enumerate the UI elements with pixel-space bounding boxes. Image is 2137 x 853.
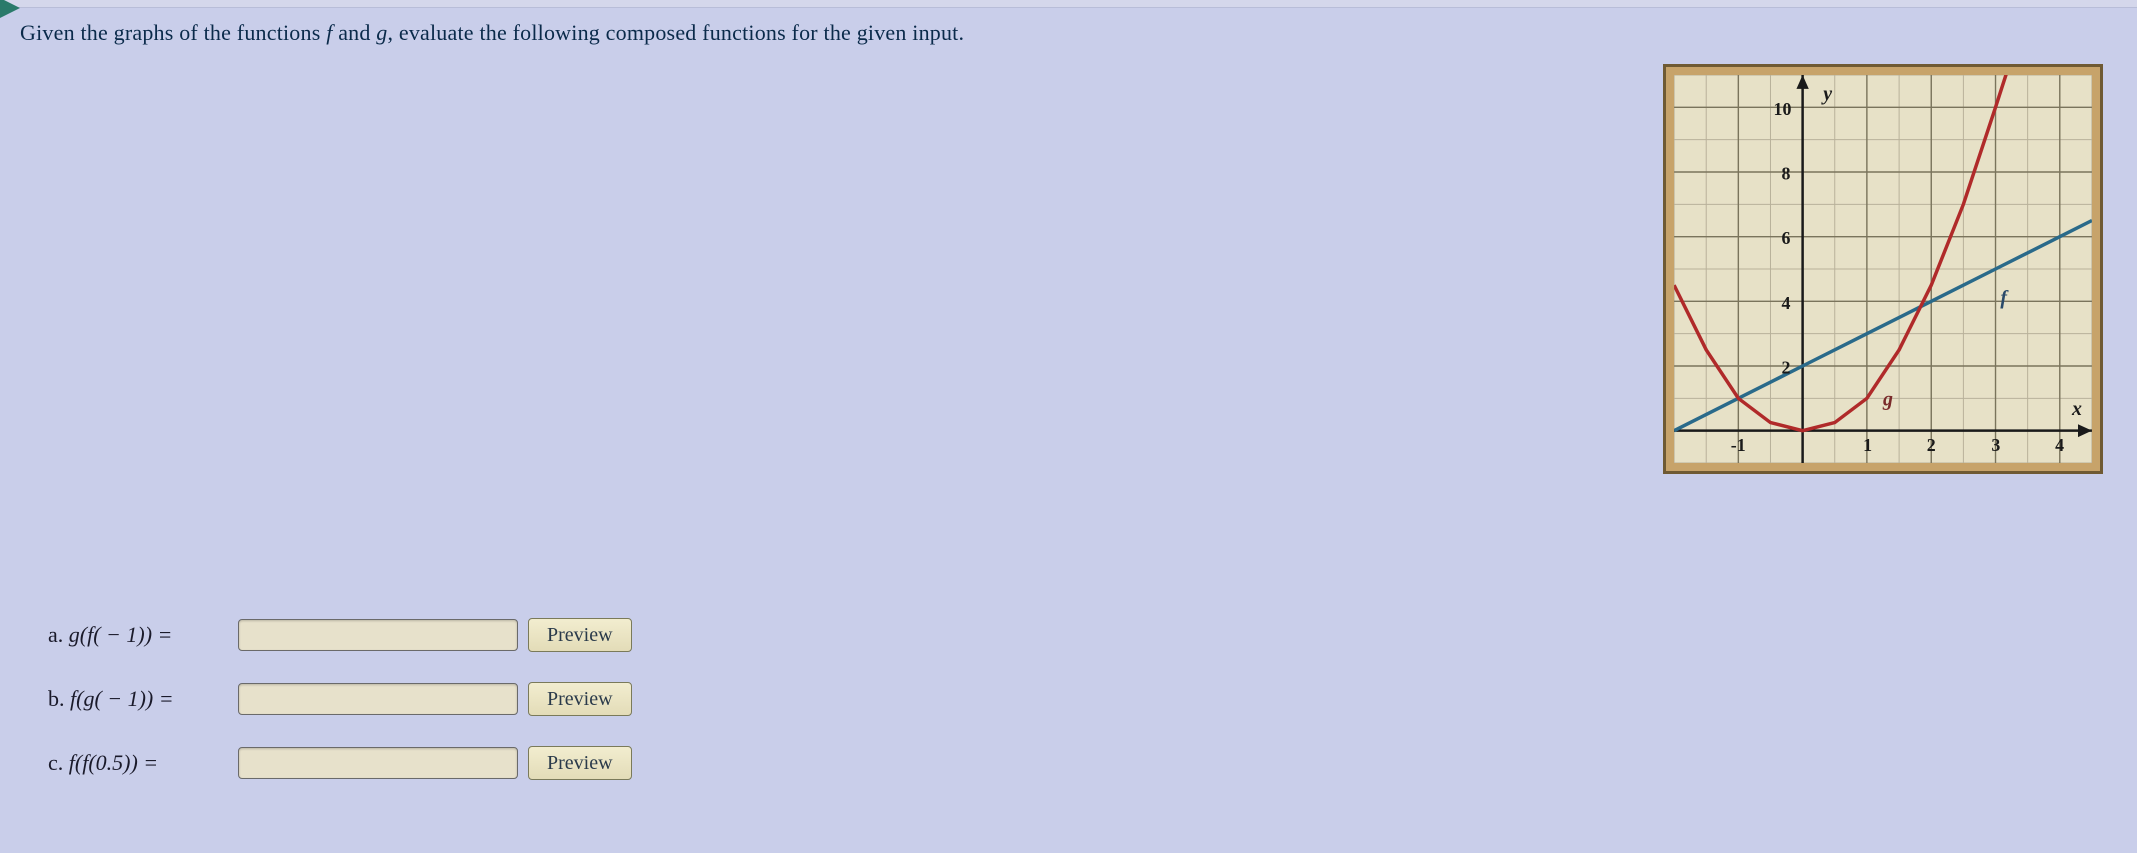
axis-label-x: x <box>2071 398 2082 420</box>
xtick-n1: -1 <box>1731 435 1746 455</box>
label-c: c. f(f(0.5)) = <box>48 750 228 776</box>
question-body: Given the graphs of the functions f and … <box>0 8 2137 853</box>
preview-button-a[interactable]: Preview <box>528 618 632 652</box>
row-b: b. f(g( − 1)) = Preview <box>48 682 632 716</box>
answer-input-a[interactable] <box>238 619 518 651</box>
graph-svg: -1 1 2 3 4 2 4 6 8 10 y x f g <box>1674 75 2092 463</box>
series-label-g: g <box>1882 388 1893 410</box>
answer-input-b[interactable] <box>238 683 518 715</box>
label-b: b. f(g( − 1)) = <box>48 686 228 712</box>
ytick-8: 8 <box>1782 163 1791 183</box>
top-strip <box>0 0 2137 8</box>
ytick-2: 2 <box>1782 357 1791 377</box>
prompt-text: Given the graphs of the functions f and … <box>20 20 2117 46</box>
xtick-1: 1 <box>1863 435 1872 455</box>
row-c: c. f(f(0.5)) = Preview <box>48 746 632 780</box>
preview-button-c[interactable]: Preview <box>528 746 632 780</box>
preview-button-b[interactable]: Preview <box>528 682 632 716</box>
label-a: a. g(f( − 1)) = <box>48 622 228 648</box>
xtick-4: 4 <box>2055 435 2064 455</box>
row-a: a. g(f( − 1)) = Preview <box>48 618 632 652</box>
answer-inputs: a. g(f( − 1)) = Preview b. f(g( − 1)) = … <box>48 618 632 810</box>
xtick-3: 3 <box>1991 435 2000 455</box>
ytick-6: 6 <box>1782 228 1791 248</box>
answer-input-c[interactable] <box>238 747 518 779</box>
xtick-2: 2 <box>1927 435 1936 455</box>
ytick-4: 4 <box>1782 293 1791 313</box>
axis-label-y: y <box>1821 83 1832 105</box>
ytick-10: 10 <box>1774 99 1792 119</box>
graph-figure: -1 1 2 3 4 2 4 6 8 10 y x f g <box>1663 64 2103 474</box>
